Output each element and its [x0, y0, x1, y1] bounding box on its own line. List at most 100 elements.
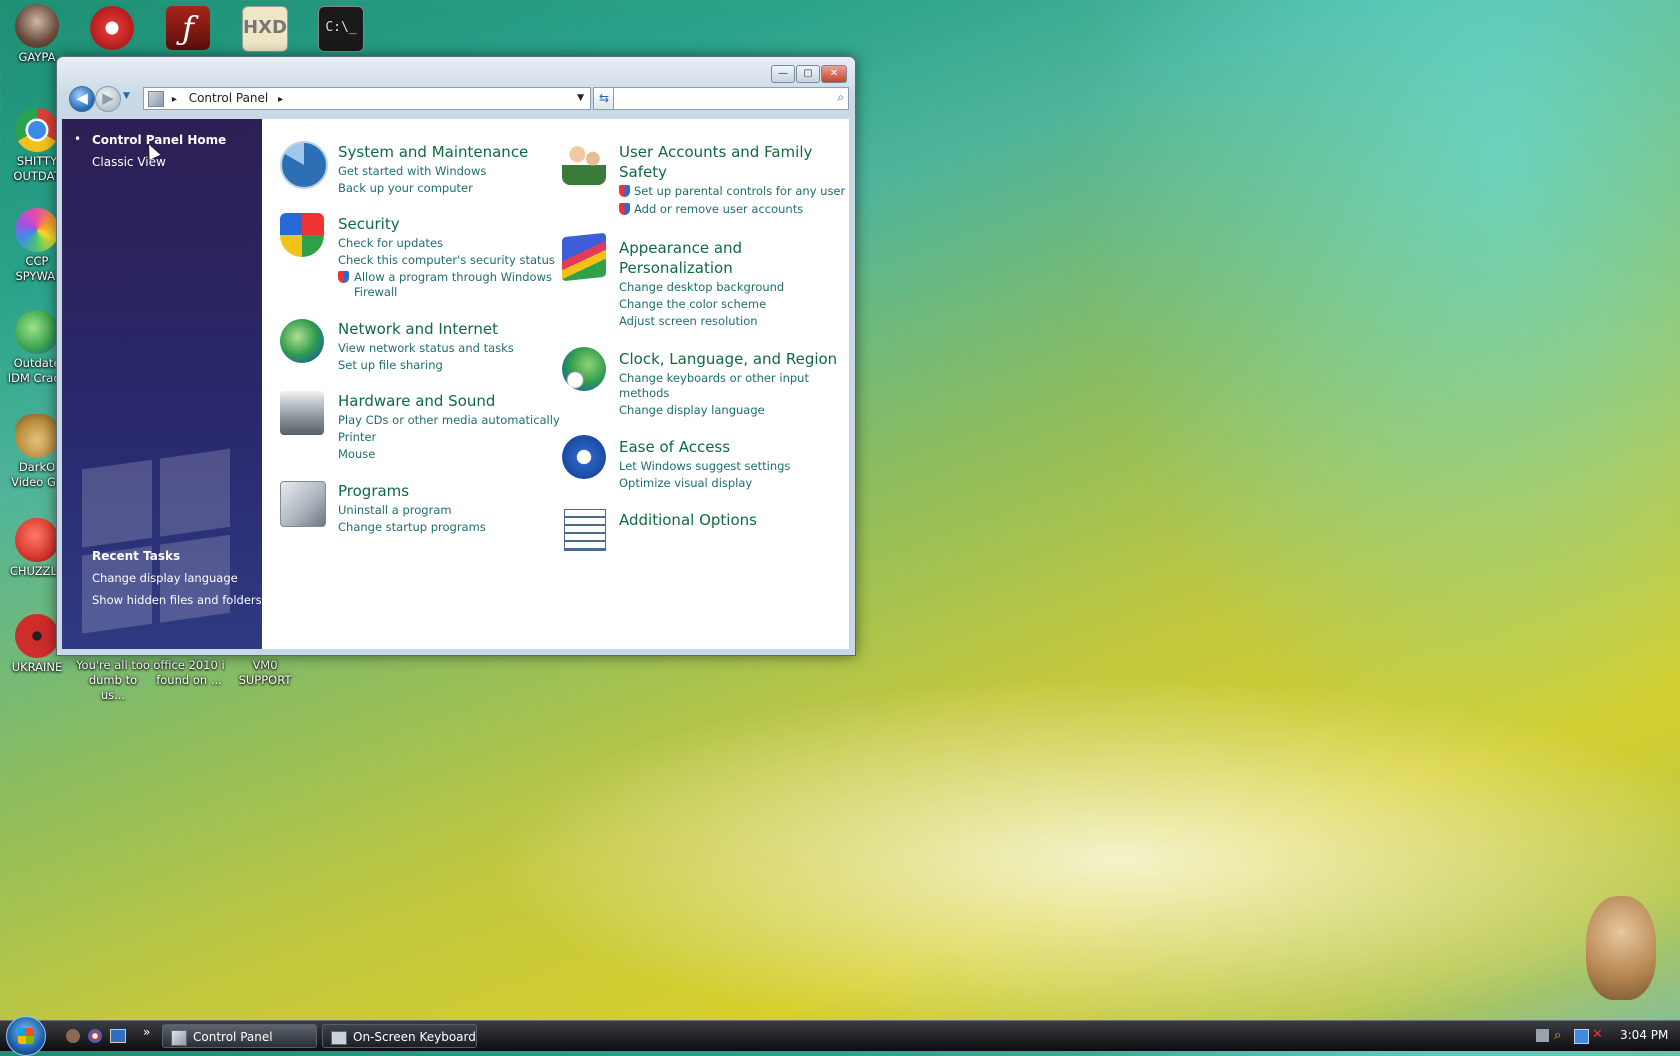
category-link[interactable]: Mouse — [338, 447, 375, 461]
hxd-icon[interactable]: HXD — [242, 6, 288, 52]
forward-arrow-icon: ▶ — [102, 89, 114, 107]
breadcrumb-trail-arrow[interactable]: ▸ — [278, 94, 283, 105]
maximize-button[interactable]: ▢ — [796, 65, 820, 83]
desktop-icon-dumb[interactable]: You're all too dumb to us... — [76, 658, 150, 703]
ease-of-access-icon[interactable] — [562, 435, 606, 479]
category-link[interactable]: Uninstall a program — [338, 503, 452, 517]
additional-options-icon[interactable] — [564, 509, 606, 551]
category-title-security[interactable]: Security — [338, 215, 400, 233]
title-buttons: — ▢ ✕ — [771, 65, 847, 83]
category-title-clock-language-region[interactable]: Clock, Language, and Region — [619, 350, 837, 368]
category-link[interactable]: Set up parental controls for any user — [634, 184, 845, 198]
category-link[interactable]: Firewall — [354, 285, 397, 299]
category-link[interactable]: Let Windows suggest settings — [619, 459, 790, 473]
clock-globe-icon[interactable] — [562, 347, 606, 391]
category-link[interactable]: Optimize visual display — [619, 476, 752, 490]
p-app-icon[interactable] — [90, 6, 134, 50]
start-button[interactable] — [6, 1016, 46, 1056]
globe-download-icon — [15, 310, 59, 354]
tray-search-icon[interactable]: ⌕ — [1554, 1028, 1561, 1043]
search-icon[interactable]: ⌕ — [837, 90, 844, 105]
category-link[interactable]: methods — [619, 386, 669, 400]
network-globe-icon[interactable] — [280, 319, 324, 363]
category-link[interactable]: Play CDs or other media automatically — [338, 413, 560, 427]
tray-volume-muted-icon[interactable]: ✕ — [1592, 1027, 1603, 1042]
desktop-icon-label: office 2010 i found on ... — [153, 658, 225, 687]
category-link[interactable]: Printer — [338, 430, 376, 444]
category-link[interactable]: Adjust screen resolution — [619, 314, 758, 328]
printer-speaker-icon[interactable] — [280, 391, 324, 435]
minimize-button[interactable]: — — [771, 65, 795, 83]
category-link[interactable]: Back up your computer — [338, 181, 473, 195]
search-box[interactable]: ⌕ — [613, 87, 849, 110]
breadcrumb-root-arrow[interactable]: ▸ — [172, 94, 177, 105]
taskbar-button-on-screen-keyboard[interactable]: On-Screen Keyboard — [322, 1024, 477, 1048]
category-link[interactable]: View network status and tasks — [338, 341, 514, 355]
category-link[interactable]: Change startup programs — [338, 520, 486, 534]
category-title-network[interactable]: Network and Internet — [338, 320, 498, 338]
desktop-icon-label: UKRAINE — [11, 660, 63, 674]
forward-button[interactable]: ▶ — [95, 86, 121, 112]
back-button[interactable]: ◀ — [69, 86, 95, 112]
programs-icon[interactable] — [280, 481, 326, 527]
quick-launch-desktop-icon[interactable] — [110, 1029, 126, 1043]
quick-launch-browser-icon[interactable] — [88, 1029, 102, 1043]
category-title-additional-options[interactable]: Additional Options — [619, 511, 757, 529]
quick-launch-raccoon-icon[interactable] — [66, 1029, 80, 1043]
tray-tools-icon[interactable] — [1536, 1029, 1549, 1042]
close-button[interactable]: ✕ — [821, 65, 847, 83]
address-bar[interactable]: ▸ Control Panel ▸ ▼ — [143, 87, 591, 110]
appearance-icon[interactable] — [562, 232, 606, 282]
category-title-user-accounts-line2[interactable]: Safety — [619, 163, 667, 181]
colorful-circle-icon — [15, 208, 59, 252]
refresh-button[interactable]: ⇆ — [593, 87, 615, 110]
recent-task-link[interactable]: Show hidden files and folders — [92, 593, 262, 607]
uac-shield-icon — [619, 185, 630, 197]
system-maintenance-icon[interactable] — [280, 141, 328, 189]
uac-shield-icon — [338, 271, 349, 283]
category-title-hardware-sound[interactable]: Hardware and Sound — [338, 392, 495, 410]
category-link[interactable]: Change display language — [619, 403, 765, 417]
tray-network-icon[interactable] — [1574, 1029, 1589, 1044]
search-input[interactable] — [618, 90, 822, 109]
category-title-appearance[interactable]: Appearance and — [619, 239, 742, 257]
category-link[interactable]: Change the color scheme — [619, 297, 766, 311]
category-link[interactable]: Change desktop background — [619, 280, 784, 294]
keyboard-taskbar-icon — [331, 1031, 347, 1045]
recent-task-link[interactable]: Change display language — [92, 571, 238, 585]
user-accounts-icon[interactable] — [562, 141, 606, 185]
category-link[interactable]: Add or remove user accounts — [634, 202, 803, 216]
refresh-icon: ⇆ — [598, 91, 610, 105]
flash-icon[interactable]: ƒ — [166, 6, 210, 50]
control-panel-home-link[interactable]: Control Panel Home — [92, 133, 226, 147]
taskbar-button-label: Control Panel — [193, 1030, 273, 1044]
category-link[interactable]: Change keyboards or other input — [619, 371, 809, 385]
category-link[interactable]: Allow a program through Windows — [354, 270, 552, 284]
category-title-ease-of-access[interactable]: Ease of Access — [619, 438, 730, 456]
taskbar-button-label: On-Screen Keyboard — [353, 1030, 476, 1044]
breadcrumb-control-panel[interactable]: Control Panel — [189, 91, 269, 105]
task-pane: • Control Panel Home Classic View Recent… — [62, 119, 262, 649]
security-shield-icon[interactable] — [280, 213, 324, 257]
taskbar-button-control-panel[interactable]: Control Panel — [162, 1024, 317, 1048]
console-icon[interactable]: C:\_ — [318, 6, 364, 52]
uac-shield-icon — [619, 203, 630, 215]
category-title-system-maintenance[interactable]: System and Maintenance — [338, 143, 528, 161]
quick-launch-more-button[interactable]: » — [143, 1025, 150, 1039]
category-title-programs[interactable]: Programs — [338, 482, 409, 500]
notification-area: ⌕ ✕ 3:04 PM — [1530, 1021, 1680, 1051]
category-link[interactable]: Get started with Windows — [338, 164, 486, 178]
category-link[interactable]: Set up file sharing — [338, 358, 443, 372]
category-title-user-accounts[interactable]: User Accounts and Family — [619, 143, 812, 161]
money-bag-icon — [15, 414, 59, 458]
clock[interactable]: 3:04 PM — [1620, 1028, 1668, 1042]
desktop-icon-office[interactable]: office 2010 i found on ... — [152, 658, 226, 688]
raccoon-icon — [15, 4, 59, 48]
content-area: • Control Panel Home Classic View Recent… — [62, 119, 849, 649]
category-link[interactable]: Check for updates — [338, 236, 443, 250]
recent-pages-dropdown-icon[interactable]: ▼ — [123, 91, 130, 101]
address-dropdown-icon[interactable]: ▼ — [577, 88, 584, 109]
category-link[interactable]: Check this computer's security status — [338, 253, 555, 267]
desktop-icon-vm0[interactable]: VM0 SUPPORT — [228, 658, 302, 688]
category-title-appearance-line2[interactable]: Personalization — [619, 259, 733, 277]
